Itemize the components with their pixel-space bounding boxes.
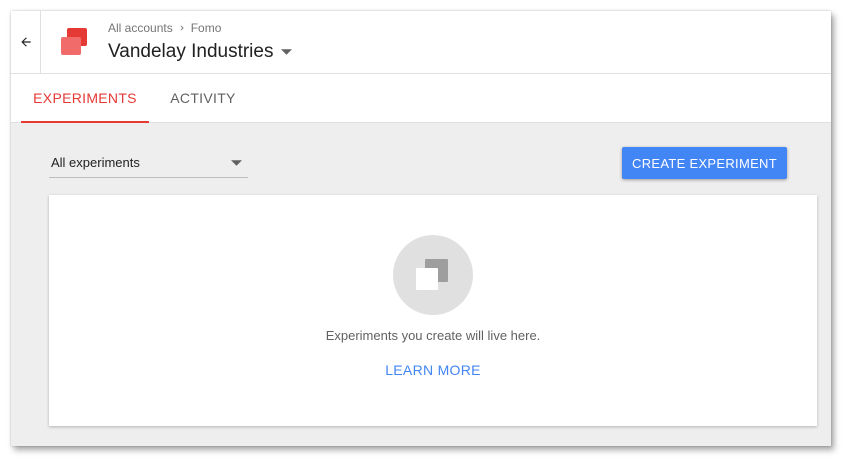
filter-selected-value: All experiments [51, 155, 140, 170]
back-button[interactable] [11, 11, 41, 73]
tab-experiments[interactable]: EXPERIMENTS [21, 74, 149, 123]
arrow-left-icon [20, 37, 31, 47]
chevron-right-icon [180, 25, 184, 31]
empty-state-message: Experiments you create will live here. [325, 328, 541, 343]
experiment-filter-dropdown[interactable]: All experiments [49, 148, 248, 178]
account-selector[interactable]: Vandelay Industries [108, 41, 293, 63]
empty-state-icon-circle [393, 235, 473, 315]
create-experiment-button[interactable]: CREATE EXPERIMENT [622, 147, 787, 179]
experiment-squares-icon [416, 259, 448, 290]
empty-state-card: Experiments you create will live here. L… [49, 195, 817, 426]
learn-more-link[interactable]: LEARN MORE [385, 362, 481, 378]
app-window: All accounts Fomo Vandelay Industries EX… [11, 11, 831, 446]
caret-down-icon [281, 49, 293, 55]
breadcrumb-property[interactable]: Fomo [191, 21, 222, 35]
optimize-logo [61, 28, 87, 55]
breadcrumb: All accounts Fomo [108, 21, 221, 35]
tab-activity[interactable]: ACTIVITY [161, 74, 245, 122]
breadcrumb-all-accounts[interactable]: All accounts [108, 21, 173, 35]
tab-bar: EXPERIMENTS ACTIVITY [11, 74, 831, 123]
learn-more-wrapper: LEARN MORE [49, 362, 817, 378]
app-header: All accounts Fomo Vandelay Industries [11, 11, 831, 74]
account-name: Vandelay Industries [108, 41, 274, 62]
caret-down-icon [231, 159, 242, 166]
